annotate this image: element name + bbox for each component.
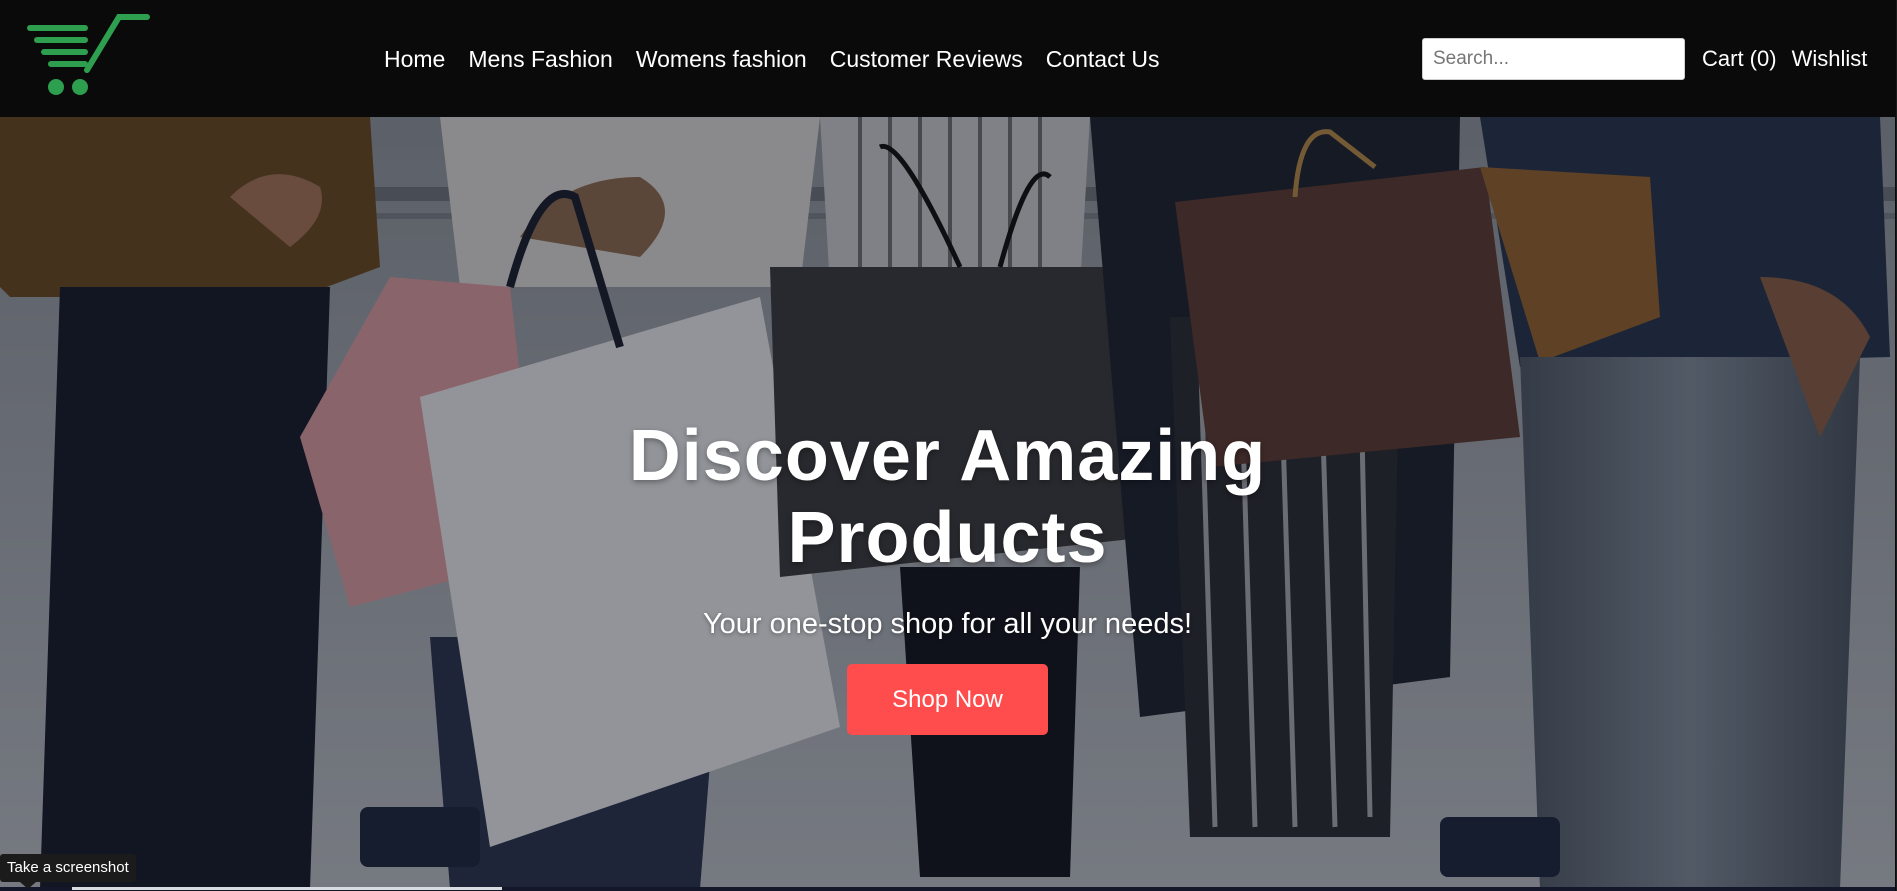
wishlist-link[interactable]: Wishlist	[1792, 46, 1868, 72]
nav-customer-reviews-link[interactable]: Customer Reviews	[830, 46, 1023, 72]
tooltip-arrow	[20, 882, 36, 889]
page: Home Mens Fashion Womens fashion Custome…	[0, 0, 1897, 891]
shopping-cart-icon[interactable]	[27, 14, 151, 98]
hero-content: Discover Amazing Products Your one-stop …	[0, 415, 1895, 735]
search-input[interactable]	[1422, 38, 1685, 80]
main-nav: Home Mens Fashion Womens fashion Custome…	[384, 46, 1159, 72]
hero-title: Discover Amazing Products	[628, 416, 1267, 578]
header-actions: Cart (0) Wishlist	[1702, 46, 1867, 72]
nav-mens-fashion-link[interactable]: Mens Fashion	[468, 46, 612, 72]
nav-contact-us-link[interactable]: Contact Us	[1046, 46, 1160, 72]
shop-now-button[interactable]: Shop Now	[847, 664, 1048, 735]
cart-link[interactable]: Cart (0)	[1702, 46, 1777, 72]
hero-subtitle: Your one-stop shop for all your needs!	[702, 608, 1193, 640]
bottom-progress-bar	[72, 887, 502, 890]
hero-banner: Discover Amazing Products Your one-stop …	[0, 117, 1895, 889]
screenshot-tooltip: Take a screenshot	[0, 854, 136, 882]
nav-womens-fashion-link[interactable]: Womens fashion	[636, 46, 807, 72]
nav-home-link[interactable]: Home	[384, 46, 445, 72]
site-header: Home Mens Fashion Womens fashion Custome…	[0, 0, 1895, 117]
